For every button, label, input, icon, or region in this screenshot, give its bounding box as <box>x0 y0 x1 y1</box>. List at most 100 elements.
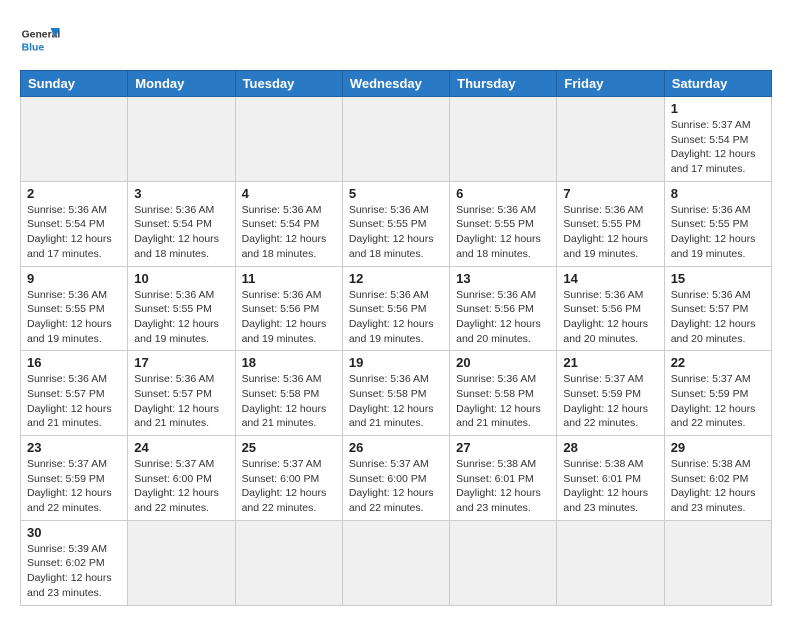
day-number: 3 <box>134 186 228 201</box>
day-info: Sunrise: 5:36 AM Sunset: 5:57 PM Dayligh… <box>27 372 121 431</box>
day-info: Sunrise: 5:36 AM Sunset: 5:54 PM Dayligh… <box>242 203 336 262</box>
calendar-cell: 29Sunrise: 5:38 AM Sunset: 6:02 PM Dayli… <box>664 436 771 521</box>
calendar-cell: 13 Sunrise: 5:36 AM Sunset: 5:56 PM Dayli… <box>450 266 557 351</box>
calendar-cell: 22 Sunrise: 5:37 AM Sunset: 5:59 PM Dayli… <box>664 351 771 436</box>
logo: General Blue <box>20 20 60 60</box>
calendar-cell: 17 Sunrise: 5:36 AM Sunset: 5:57 PM Dayli… <box>128 351 235 436</box>
day-info: Sunrise: 5:38 AM Sunset: 6:01 PM Dayligh… <box>563 457 657 516</box>
calendar-cell <box>235 520 342 605</box>
day-of-week-friday: Friday <box>557 71 664 97</box>
calendar-cell: 30 Sunrise: 5:39 AM Sunset: 6:02 PM Dayli… <box>21 520 128 605</box>
calendar-cell: 15 Sunrise: 5:36 AM Sunset: 5:57 PM Dayli… <box>664 266 771 351</box>
calendar-cell: 20 Sunrise: 5:36 AM Sunset: 5:58 PM Dayli… <box>450 351 557 436</box>
week-row-1: 1 Sunrise: 5:37 AM Sunset: 5:54 PM Daylig… <box>21 97 772 182</box>
day-number: 30 <box>27 525 121 540</box>
week-row-2: 2 Sunrise: 5:36 AM Sunset: 5:54 PM Daylig… <box>21 181 772 266</box>
calendar-cell: 7 Sunrise: 5:36 AM Sunset: 5:55 PM Daylig… <box>557 181 664 266</box>
day-info: Sunrise: 5:36 AM Sunset: 5:55 PM Dayligh… <box>671 203 765 262</box>
day-info: Sunrise: 5:37 AM Sunset: 6:00 PM Dayligh… <box>242 457 336 516</box>
day-info: Sunrise: 5:36 AM Sunset: 5:55 PM Dayligh… <box>134 288 228 347</box>
day-number: 26 <box>349 440 443 455</box>
day-number: 2 <box>27 186 121 201</box>
day-number: 23 <box>27 440 121 455</box>
day-number: 6 <box>456 186 550 201</box>
day-number: 24 <box>134 440 228 455</box>
calendar-cell <box>21 97 128 182</box>
day-of-week-monday: Monday <box>128 71 235 97</box>
calendar-cell <box>557 97 664 182</box>
calendar-cell: 28 Sunrise: 5:38 AM Sunset: 6:01 PM Dayli… <box>557 436 664 521</box>
day-number: 15 <box>671 271 765 286</box>
calendar-cell: 21 Sunrise: 5:37 AM Sunset: 5:59 PM Dayli… <box>557 351 664 436</box>
calendar-cell <box>128 520 235 605</box>
day-info: Sunrise: 5:37 AM Sunset: 5:54 PM Dayligh… <box>671 118 765 177</box>
week-row-5: 23Sunrise: 5:37 AM Sunset: 5:59 PM Dayli… <box>21 436 772 521</box>
day-number: 14 <box>563 271 657 286</box>
day-info: Sunrise: 5:36 AM Sunset: 5:56 PM Dayligh… <box>242 288 336 347</box>
day-info: Sunrise: 5:36 AM Sunset: 5:57 PM Dayligh… <box>134 372 228 431</box>
calendar-cell: 2 Sunrise: 5:36 AM Sunset: 5:54 PM Daylig… <box>21 181 128 266</box>
logo-icon: General Blue <box>20 20 60 60</box>
day-number: 17 <box>134 355 228 370</box>
day-number: 29 <box>671 440 765 455</box>
calendar-cell: 6 Sunrise: 5:36 AM Sunset: 5:55 PM Daylig… <box>450 181 557 266</box>
calendar-cell: 4Sunrise: 5:36 AM Sunset: 5:54 PM Daylig… <box>235 181 342 266</box>
calendar-cell: 3Sunrise: 5:36 AM Sunset: 5:54 PM Daylig… <box>128 181 235 266</box>
day-number: 19 <box>349 355 443 370</box>
day-info: Sunrise: 5:39 AM Sunset: 6:02 PM Dayligh… <box>27 542 121 601</box>
day-number: 1 <box>671 101 765 116</box>
calendar-cell: 10 Sunrise: 5:36 AM Sunset: 5:55 PM Dayli… <box>128 266 235 351</box>
calendar-cell: 26 Sunrise: 5:37 AM Sunset: 6:00 PM Dayli… <box>342 436 449 521</box>
day-number: 20 <box>456 355 550 370</box>
day-info: Sunrise: 5:36 AM Sunset: 5:56 PM Dayligh… <box>349 288 443 347</box>
calendar-cell: 27Sunrise: 5:38 AM Sunset: 6:01 PM Dayli… <box>450 436 557 521</box>
day-of-week-saturday: Saturday <box>664 71 771 97</box>
day-number: 25 <box>242 440 336 455</box>
day-info: Sunrise: 5:36 AM Sunset: 5:54 PM Dayligh… <box>27 203 121 262</box>
day-number: 5 <box>349 186 443 201</box>
day-info: Sunrise: 5:36 AM Sunset: 5:57 PM Dayligh… <box>671 288 765 347</box>
calendar-cell <box>342 97 449 182</box>
day-number: 18 <box>242 355 336 370</box>
day-info: Sunrise: 5:36 AM Sunset: 5:58 PM Dayligh… <box>456 372 550 431</box>
calendar-cell: 8Sunrise: 5:36 AM Sunset: 5:55 PM Daylig… <box>664 181 771 266</box>
calendar-cell <box>128 97 235 182</box>
day-number: 22 <box>671 355 765 370</box>
day-info: Sunrise: 5:38 AM Sunset: 6:01 PM Dayligh… <box>456 457 550 516</box>
calendar-cell: 24Sunrise: 5:37 AM Sunset: 6:00 PM Dayli… <box>128 436 235 521</box>
day-number: 9 <box>27 271 121 286</box>
calendar-cell: 23Sunrise: 5:37 AM Sunset: 5:59 PM Dayli… <box>21 436 128 521</box>
day-info: Sunrise: 5:36 AM Sunset: 5:55 PM Dayligh… <box>349 203 443 262</box>
week-row-6: 30 Sunrise: 5:39 AM Sunset: 6:02 PM Dayli… <box>21 520 772 605</box>
day-number: 28 <box>563 440 657 455</box>
day-number: 11 <box>242 271 336 286</box>
day-number: 7 <box>563 186 657 201</box>
calendar-cell <box>450 520 557 605</box>
day-number: 10 <box>134 271 228 286</box>
day-info: Sunrise: 5:36 AM Sunset: 5:56 PM Dayligh… <box>456 288 550 347</box>
svg-text:Blue: Blue <box>22 42 45 53</box>
day-info: Sunrise: 5:37 AM Sunset: 6:00 PM Dayligh… <box>349 457 443 516</box>
day-number: 12 <box>349 271 443 286</box>
day-of-week-tuesday: Tuesday <box>235 71 342 97</box>
day-info: Sunrise: 5:36 AM Sunset: 5:55 PM Dayligh… <box>27 288 121 347</box>
day-info: Sunrise: 5:37 AM Sunset: 5:59 PM Dayligh… <box>671 372 765 431</box>
day-of-week-thursday: Thursday <box>450 71 557 97</box>
calendar-header-row: SundayMondayTuesdayWednesdayThursdayFrid… <box>21 71 772 97</box>
calendar-cell: 1 Sunrise: 5:37 AM Sunset: 5:54 PM Daylig… <box>664 97 771 182</box>
day-info: Sunrise: 5:37 AM Sunset: 5:59 PM Dayligh… <box>563 372 657 431</box>
calendar-cell: 12 Sunrise: 5:36 AM Sunset: 5:56 PM Dayli… <box>342 266 449 351</box>
calendar-cell <box>664 520 771 605</box>
day-info: Sunrise: 5:36 AM Sunset: 5:55 PM Dayligh… <box>563 203 657 262</box>
day-info: Sunrise: 5:36 AM Sunset: 5:56 PM Dayligh… <box>563 288 657 347</box>
calendar-cell <box>235 97 342 182</box>
calendar-cell: 11 Sunrise: 5:36 AM Sunset: 5:56 PM Dayli… <box>235 266 342 351</box>
calendar-table: SundayMondayTuesdayWednesdayThursdayFrid… <box>20 70 772 606</box>
day-number: 16 <box>27 355 121 370</box>
day-info: Sunrise: 5:36 AM Sunset: 5:55 PM Dayligh… <box>456 203 550 262</box>
day-number: 13 <box>456 271 550 286</box>
day-info: Sunrise: 5:36 AM Sunset: 5:58 PM Dayligh… <box>242 372 336 431</box>
week-row-4: 16 Sunrise: 5:36 AM Sunset: 5:57 PM Dayli… <box>21 351 772 436</box>
calendar-cell: 9 Sunrise: 5:36 AM Sunset: 5:55 PM Daylig… <box>21 266 128 351</box>
day-number: 21 <box>563 355 657 370</box>
